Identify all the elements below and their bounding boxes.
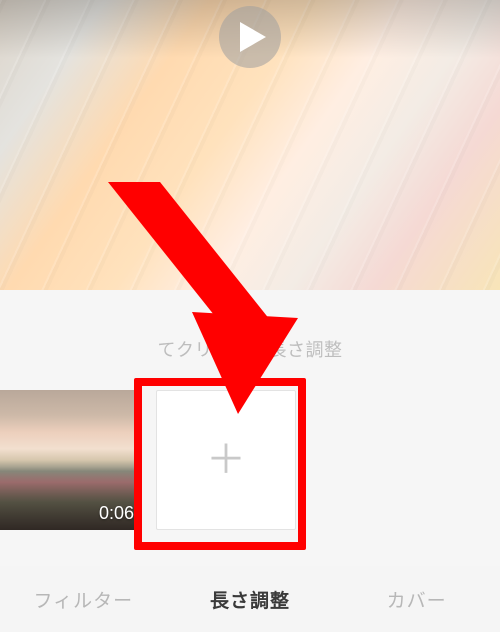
clip-row: 0:06 ＋ <box>0 390 296 530</box>
hint-text: てクリップの長さ調整 <box>0 336 500 362</box>
play-button[interactable] <box>219 6 281 68</box>
bottom-tabs: フィルター 長さ調整 カバー <box>0 566 500 632</box>
clip-thumbnail[interactable]: 0:06 <box>0 390 142 530</box>
clip-duration: 0:06 <box>99 503 134 524</box>
clip-panel: てクリップの長さ調整 0:06 ＋ <box>0 290 500 566</box>
add-clip-button[interactable]: ＋ <box>156 390 296 530</box>
screen: てクリップの長さ調整 0:06 ＋ フィルター 長さ調整 カバー <box>0 0 500 632</box>
tab-cover[interactable]: カバー <box>333 566 500 632</box>
tab-trim[interactable]: 長さ調整 <box>167 566 334 632</box>
tab-filter[interactable]: フィルター <box>0 566 167 632</box>
play-icon <box>238 22 266 52</box>
video-preview[interactable] <box>0 0 500 290</box>
plus-icon: ＋ <box>206 440 246 480</box>
